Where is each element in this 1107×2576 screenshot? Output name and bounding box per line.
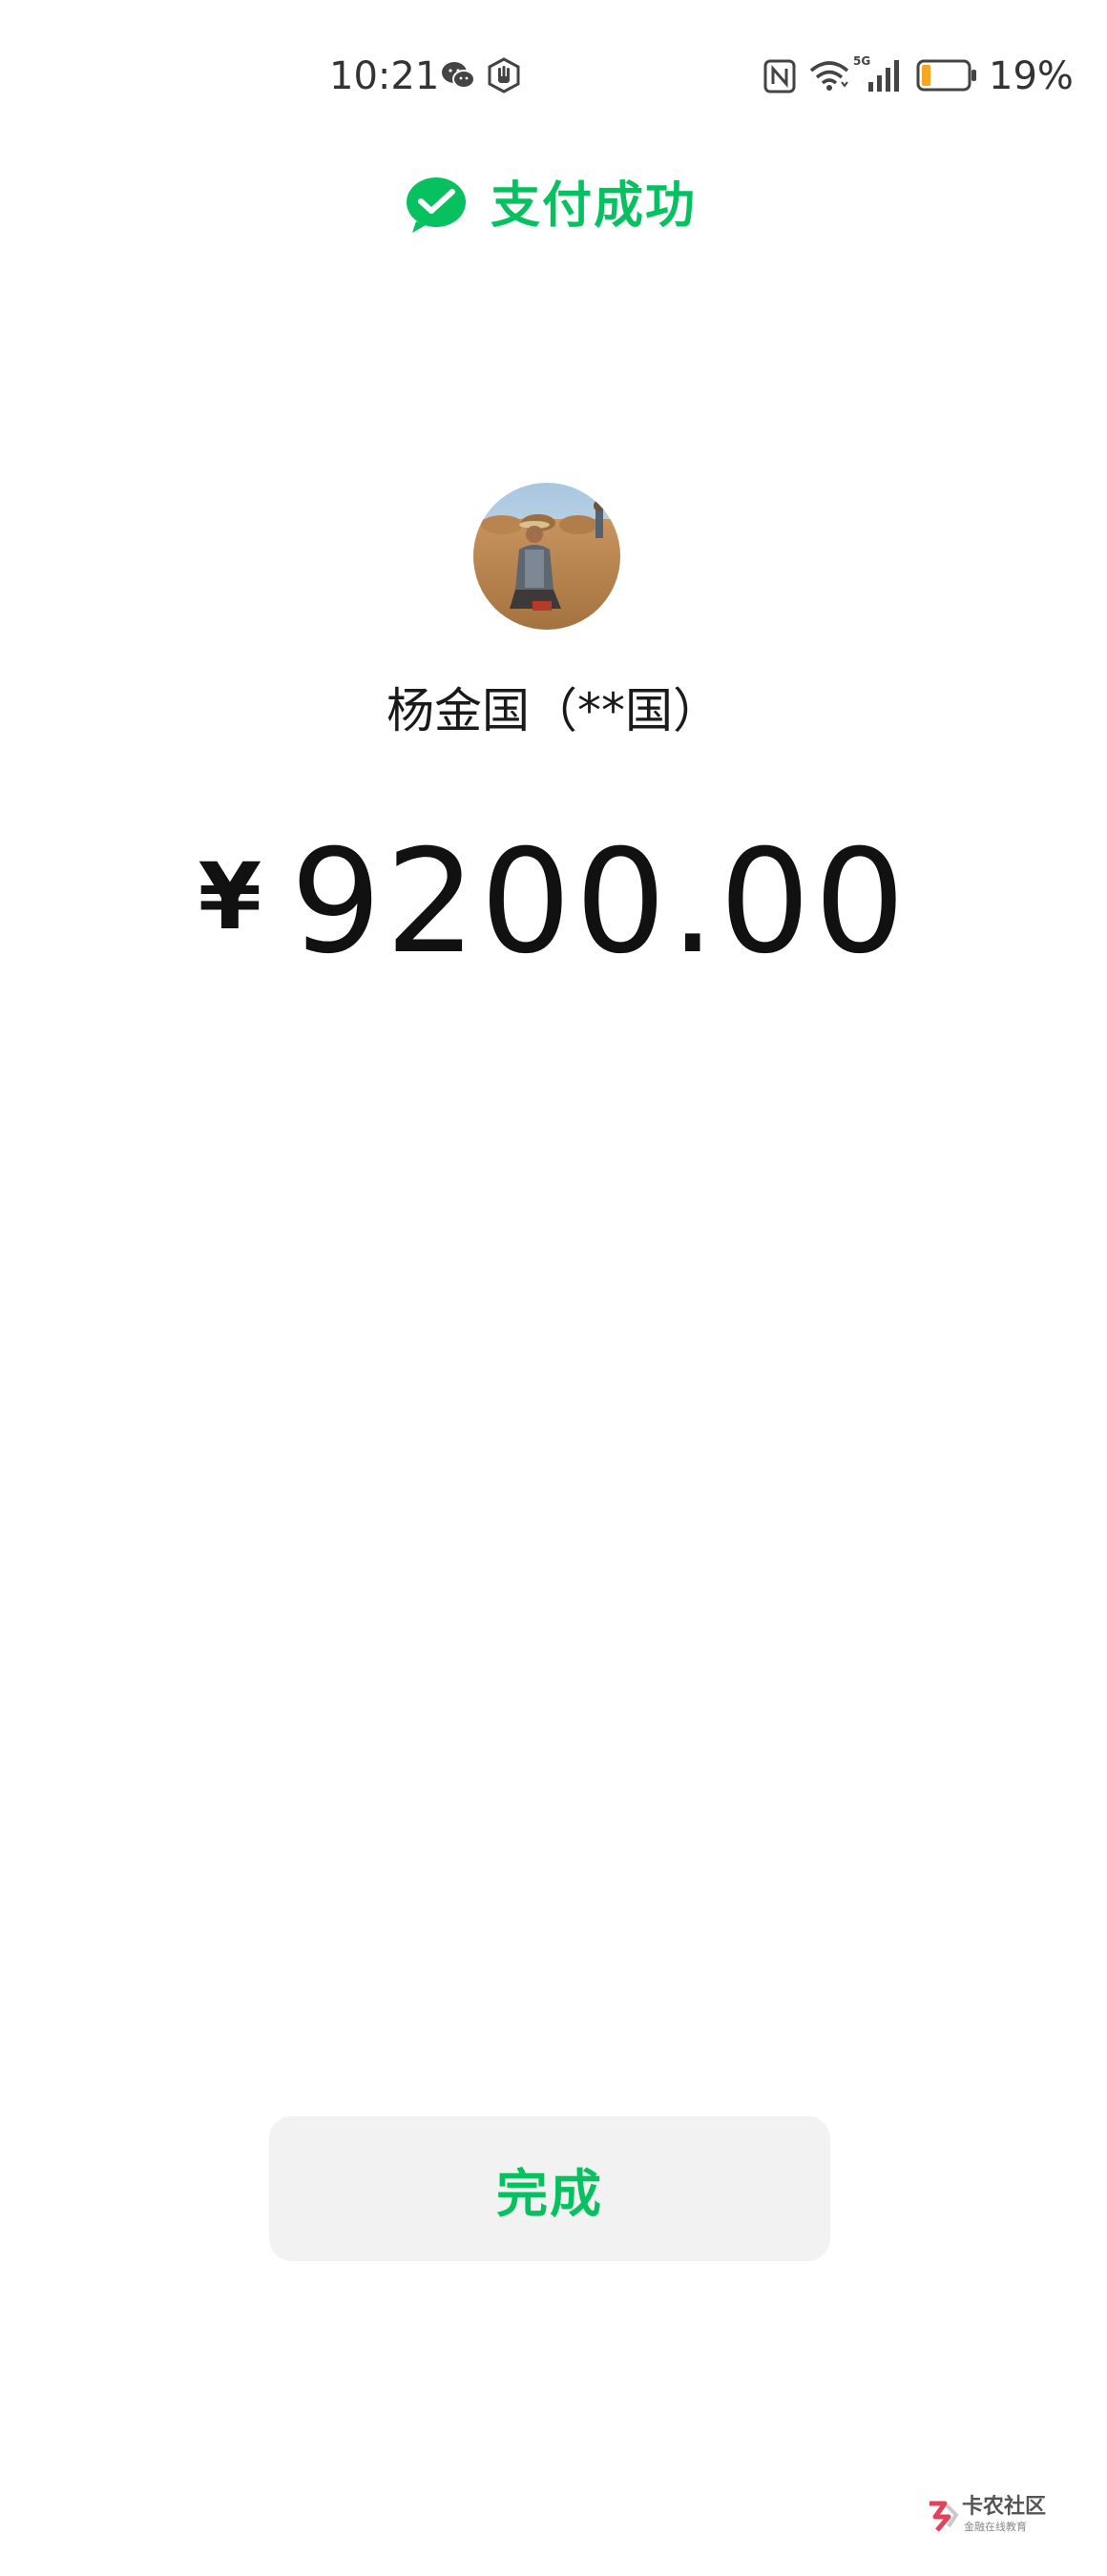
watermark: 卡农社区 金融在线教育 (926, 2494, 1050, 2542)
amount-value: 9200.00 (290, 820, 909, 986)
watermark-logo-icon (929, 2501, 959, 2532)
watermark-title: 卡农社区 (962, 2495, 1047, 2519)
payee-name: 杨金国（**国） (386, 683, 721, 738)
avatar (473, 483, 620, 630)
status-bar: 10:21 5G 19% (0, 48, 1107, 105)
page-title: 支付成功 (491, 177, 698, 235)
nfc-icon (763, 59, 796, 93)
watermark-subtitle: 金融在线教育 (964, 2521, 1027, 2533)
svg-text:5G: 5G (853, 54, 870, 68)
wifi-icon (809, 61, 849, 91)
payment-success-header: 支付成功 (0, 170, 1107, 246)
currency-symbol: ¥ (198, 843, 262, 950)
wechat-icon (442, 62, 475, 89)
payment-amount: ¥9200.00 (0, 821, 1107, 1023)
done-button[interactable]: 完成 (269, 2116, 830, 2261)
signal-icon: 5G (853, 54, 899, 92)
hand-icon (488, 57, 520, 93)
check-circle-icon (407, 177, 466, 233)
battery-icon (916, 59, 976, 92)
status-time: 10:21 (329, 54, 440, 98)
battery-percentage: 19% (989, 54, 1074, 98)
